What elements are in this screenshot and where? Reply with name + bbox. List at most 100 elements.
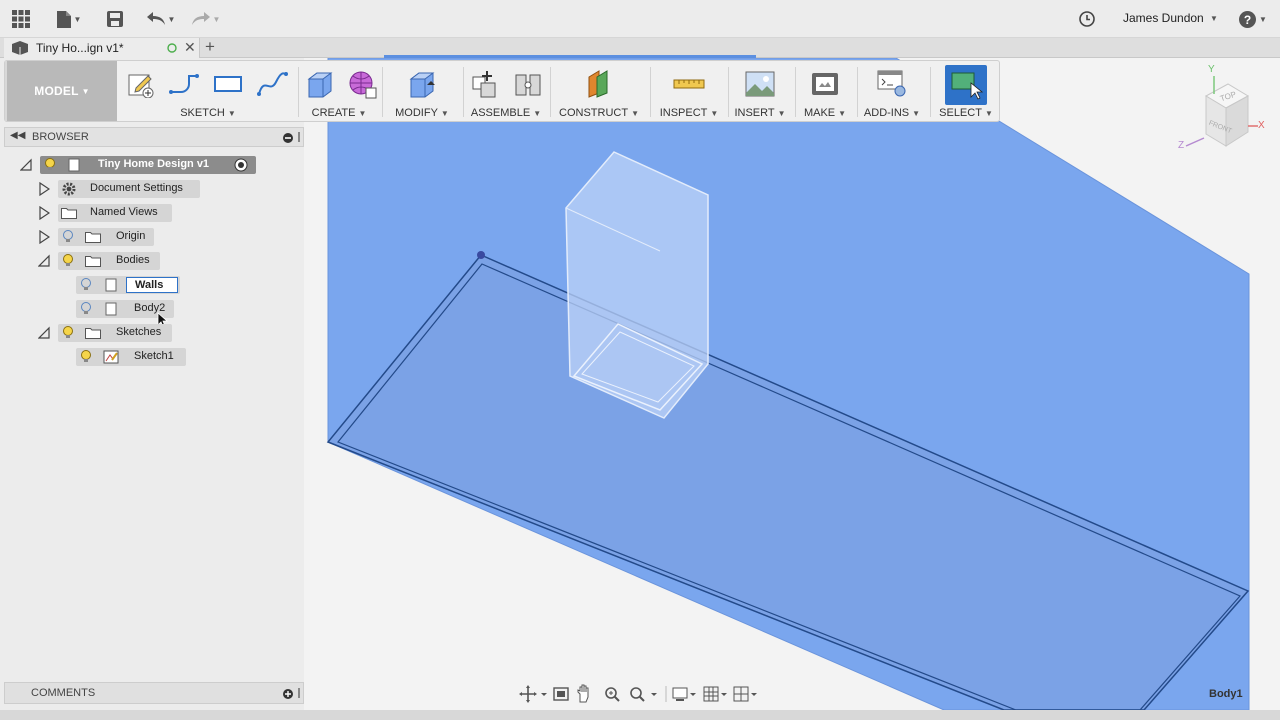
- job-status-clock-icon[interactable]: [1077, 8, 1097, 30]
- user-account-menu[interactable]: James Dundon: [1123, 11, 1204, 25]
- visibility-bulb-off-icon[interactable]: [80, 302, 92, 316]
- make-menu[interactable]: MAKE ▼: [795, 107, 855, 119]
- collapse-triangle-icon[interactable]: [38, 326, 50, 340]
- spline-tool-icon[interactable]: [255, 67, 289, 101]
- document-tab-bar: Tiny Ho...ign v1* ✕ +: [0, 37, 1280, 58]
- tree-item-sketch1[interactable]: Sketch1: [76, 348, 186, 366]
- sync-status-icon: [167, 43, 177, 53]
- chevron-down-icon[interactable]: ▼: [1210, 14, 1218, 23]
- expand-triangle-icon[interactable]: [38, 182, 50, 196]
- insert-menu[interactable]: INSERT ▼: [729, 107, 791, 119]
- display-settings-icon[interactable]: [672, 687, 688, 701]
- create-sketch-icon[interactable]: [123, 67, 157, 101]
- workspace-switcher-button[interactable]: MODEL ▼: [7, 61, 117, 121]
- rectangle-tool-icon[interactable]: [211, 67, 245, 101]
- chevron-down-icon[interactable]: [541, 693, 547, 696]
- visibility-bulb-off-icon[interactable]: [80, 278, 92, 292]
- walls-body[interactable]: [565, 151, 709, 419]
- tree-item-walls[interactable]: Walls: [76, 276, 180, 294]
- save-icon[interactable]: [105, 8, 125, 30]
- chevron-down-icon[interactable]: [721, 693, 727, 696]
- help-button[interactable]: ? ▼: [1238, 8, 1268, 30]
- look-at-icon[interactable]: [553, 687, 569, 701]
- tree-item-document-settings[interactable]: Document Settings: [58, 180, 200, 198]
- insert-image-icon[interactable]: [743, 67, 777, 101]
- canvas-viewport[interactable]: TOP FRONT X Y Z: [304, 58, 1280, 710]
- redo-button[interactable]: ▼: [189, 8, 223, 30]
- new-tab-plus-icon[interactable]: +: [205, 37, 215, 57]
- expand-panel-icon[interactable]: [283, 689, 293, 699]
- visibility-bulb-off-icon[interactable]: [62, 230, 74, 244]
- joint-icon[interactable]: [511, 67, 545, 101]
- visibility-bulb-icon[interactable]: [44, 158, 56, 172]
- tree-item-sketches[interactable]: Sketches: [58, 324, 172, 342]
- addins-menu[interactable]: ADD-INS ▼: [859, 107, 925, 119]
- minimize-panel-icon[interactable]: [283, 133, 293, 143]
- extrude-icon[interactable]: [303, 67, 337, 101]
- form-icon[interactable]: [345, 67, 379, 101]
- design-document-icon: [12, 41, 28, 55]
- new-component-icon[interactable]: [467, 67, 501, 101]
- scripts-addins-icon[interactable]: [875, 67, 909, 101]
- zoom-icon[interactable]: [605, 687, 620, 702]
- sketch-point[interactable]: [477, 251, 485, 259]
- 3d-print-icon[interactable]: [808, 67, 842, 101]
- document-tab[interactable]: Tiny Ho...ign v1* ✕: [4, 38, 200, 58]
- collapse-triangle-icon[interactable]: [38, 254, 50, 268]
- select-group: SELECT ▼: [933, 61, 999, 121]
- document-tab-title[interactable]: Tiny Ho...ign v1*: [36, 41, 124, 55]
- chevron-down-icon[interactable]: [651, 693, 657, 696]
- chevron-down-icon[interactable]: [690, 693, 696, 696]
- inspect-menu[interactable]: INSPECT ▼: [653, 107, 725, 119]
- app-grid-icon[interactable]: [10, 8, 32, 30]
- panel-resize-handle[interactable]: [298, 132, 300, 142]
- collapse-panel-icon[interactable]: ◀◀: [10, 130, 25, 141]
- expand-triangle-icon[interactable]: [38, 230, 50, 244]
- create-menu[interactable]: CREATE ▼: [299, 107, 379, 119]
- inspect-label: INSPECT: [659, 107, 708, 119]
- insert-label: INSERT: [734, 107, 775, 119]
- tree-item-origin[interactable]: Origin: [58, 228, 154, 246]
- offset-plane-icon[interactable]: [583, 67, 617, 101]
- zoom-window-icon[interactable]: [630, 687, 645, 702]
- axis-x-label: X: [1258, 120, 1265, 131]
- sketch-label: SKETCH: [180, 107, 225, 119]
- orbit-icon[interactable]: [519, 685, 537, 703]
- viewports-icon[interactable]: [733, 686, 749, 702]
- expand-triangle-icon[interactable]: [38, 206, 50, 220]
- press-pull-icon[interactable]: [405, 67, 439, 101]
- gear-icon: [62, 182, 76, 196]
- tree-item-bodies[interactable]: Bodies: [58, 252, 160, 270]
- visibility-bulb-icon[interactable]: [80, 350, 92, 364]
- root-component-node[interactable]: Tiny Home Design v1: [40, 156, 256, 174]
- chevron-down-icon[interactable]: [751, 693, 757, 696]
- undo-button[interactable]: ▼: [144, 8, 178, 30]
- collapse-triangle-icon[interactable]: [20, 158, 32, 172]
- file-menu-button[interactable]: ▼: [54, 8, 84, 30]
- close-tab-icon[interactable]: ✕: [184, 39, 196, 56]
- panel-resize-handle[interactable]: [298, 688, 300, 698]
- activate-radio-icon[interactable]: [234, 158, 248, 172]
- rename-body-input[interactable]: Walls: [126, 277, 178, 293]
- sketch-menu[interactable]: SKETCH ▼: [119, 107, 297, 119]
- pan-hand-icon[interactable]: [577, 684, 589, 703]
- browser-title: BROWSER: [32, 131, 89, 143]
- select-menu[interactable]: SELECT ▼: [933, 107, 999, 119]
- tree-item-named-views[interactable]: Named Views: [58, 204, 172, 222]
- measure-icon[interactable]: [672, 67, 706, 101]
- body-icon: [105, 302, 117, 316]
- browser-panel-header[interactable]: ◀◀ BROWSER: [4, 127, 304, 147]
- model-scene[interactable]: [304, 58, 1280, 710]
- view-cube[interactable]: TOP FRONT X Y Z: [1176, 64, 1272, 164]
- assemble-menu[interactable]: ASSEMBLE ▼: [465, 107, 547, 119]
- comments-panel-header[interactable]: COMMENTS: [4, 682, 304, 704]
- create-label: CREATE: [311, 107, 356, 119]
- grid-settings-icon[interactable]: [703, 686, 719, 702]
- visibility-bulb-icon[interactable]: [62, 326, 74, 340]
- sketch-icon: [103, 350, 119, 364]
- modify-menu[interactable]: MODIFY ▼: [383, 107, 461, 119]
- visibility-bulb-icon[interactable]: [62, 254, 74, 268]
- select-tool-button[interactable]: [945, 65, 987, 105]
- construct-menu[interactable]: CONSTRUCT ▼: [553, 107, 645, 119]
- line-tool-icon[interactable]: [167, 67, 201, 101]
